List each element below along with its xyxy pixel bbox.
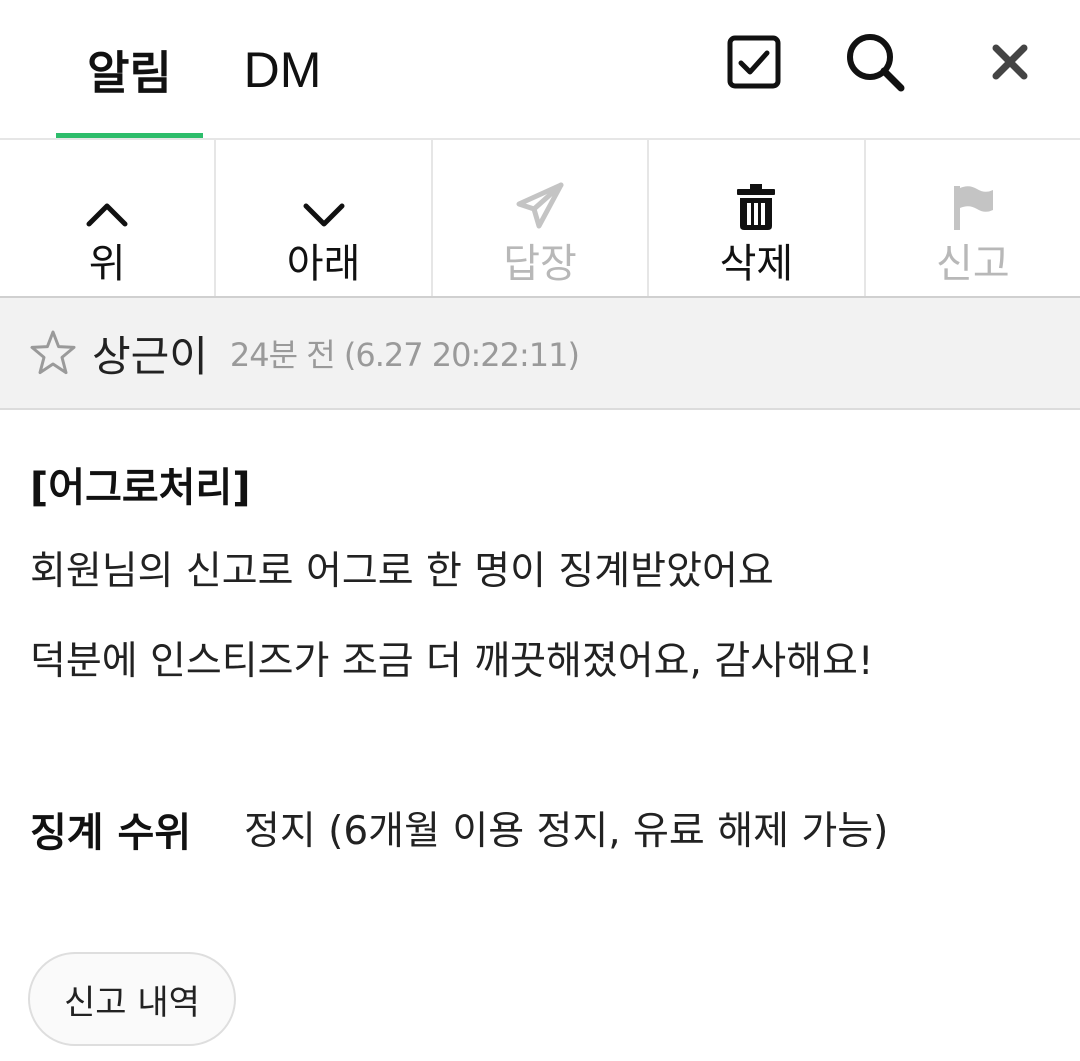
header-tabs: 알림 DM — [0, 0, 1080, 140]
select-mode-button[interactable] — [722, 30, 786, 94]
report-label: 신고 — [936, 241, 1010, 287]
tab-dm[interactable]: DM — [210, 0, 355, 140]
message-timestamp: 24분 전 (6.27 20:22:11) — [229, 336, 580, 374]
search-icon — [847, 34, 905, 92]
message-toolbar: 위 아래 답장 삭제 신고 — [0, 140, 1080, 298]
penalty-value: 정지 (6개월 이용 정지, 유료 해제 가능) — [244, 809, 889, 854]
star-icon[interactable] — [28, 328, 78, 378]
sender-bar: 상근이 24분 전 (6.27 20:22:11) — [0, 298, 1080, 410]
message-line-1: 회원님의 신고로 어그로 한 명이 징계받았어요 — [30, 549, 774, 594]
report-history-button[interactable]: 신고 내역 — [28, 952, 236, 1046]
up-button[interactable]: 위 — [0, 140, 217, 296]
reply-label: 답장 — [503, 241, 577, 287]
report-button[interactable]: 신고 — [866, 140, 1080, 296]
close-icon — [992, 44, 1028, 80]
delete-label: 삭제 — [719, 241, 794, 287]
message-title: [어그로처리] — [30, 465, 251, 511]
search-button[interactable] — [843, 30, 907, 94]
delete-button[interactable]: 삭제 — [649, 140, 866, 296]
paper-plane-icon — [516, 182, 564, 229]
trash-icon — [737, 184, 776, 230]
chevron-up-icon — [86, 203, 128, 227]
down-button[interactable]: 아래 — [216, 140, 433, 296]
tab-alerts[interactable]: 알림 — [56, 0, 203, 140]
flag-icon — [953, 186, 993, 230]
sender-name[interactable]: 상근이 — [92, 323, 208, 384]
close-button[interactable] — [978, 30, 1042, 94]
reply-button[interactable]: 답장 — [433, 140, 650, 296]
checkbox-icon — [727, 35, 781, 89]
message-line-2: 덕분에 인스티즈가 조금 더 깨끗해졌어요, 감사해요! — [30, 639, 874, 684]
up-label: 위 — [88, 241, 126, 287]
active-tab-indicator — [56, 133, 203, 138]
chevron-down-icon — [303, 203, 345, 227]
down-label: 아래 — [286, 241, 361, 287]
penalty-label: 징계 수위 — [30, 810, 192, 856]
